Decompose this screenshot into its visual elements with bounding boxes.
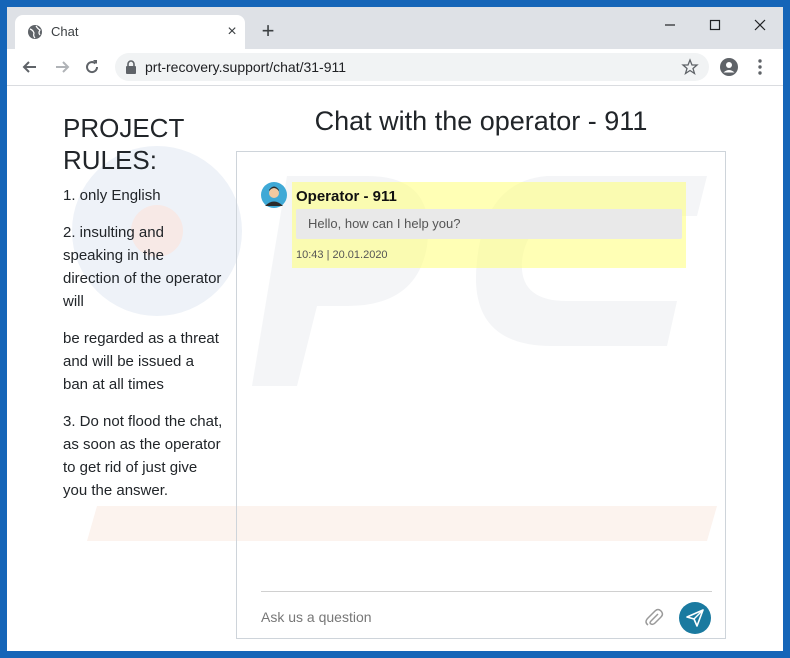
paperclip-icon[interactable] (643, 607, 665, 629)
minimize-icon[interactable] (658, 13, 682, 37)
message-timestamp: 10:43 | 20.01.2020 (296, 249, 388, 261)
back-arrow-icon[interactable] (20, 57, 40, 77)
send-icon (686, 609, 704, 627)
window-close-icon[interactable] (748, 13, 772, 37)
reload-icon[interactable] (82, 57, 102, 77)
rules-heading: PROJECT RULES: (63, 113, 184, 175)
rule-item: 1. only English (63, 187, 161, 204)
plus-icon[interactable]: + (257, 20, 279, 43)
globe-icon (28, 25, 42, 39)
operator-avatar (261, 182, 287, 208)
rule-item: 2. insulting and speaking in the directi… (63, 224, 222, 310)
account-icon[interactable] (719, 57, 739, 77)
url-text: prt-recovery.support/chat/31-911 (145, 59, 347, 75)
tab-title: Chat (51, 24, 79, 39)
page-content: PROJECT RULES: 1. only English 2. insult… (7, 86, 783, 651)
send-button[interactable] (679, 602, 711, 634)
browser-window: Chat × + prt-recovery.support/chat/31-91… (7, 7, 783, 651)
chat-message: Operator - 911 Hello, how can I help you… (292, 182, 686, 268)
chat-panel: Operator - 911 Hello, how can I help you… (236, 151, 726, 639)
forward-arrow-icon[interactable] (52, 57, 72, 77)
close-icon[interactable]: × (223, 23, 241, 41)
rule-item: be regarded as a threat and will be issu… (63, 330, 219, 393)
lock-icon (126, 60, 136, 74)
input-divider (261, 591, 712, 592)
address-bar[interactable]: prt-recovery.support/chat/31-911 (115, 53, 709, 81)
tab-strip: Chat × + (7, 7, 783, 49)
star-icon[interactable] (681, 58, 699, 76)
message-bubble: Hello, how can I help you? (296, 209, 682, 239)
browser-toolbar: prt-recovery.support/chat/31-911 (7, 49, 783, 86)
menu-dots-icon[interactable] (753, 57, 767, 77)
message-sender: Operator - 911 (296, 188, 397, 205)
maximize-icon[interactable] (703, 13, 727, 37)
project-rules: PROJECT RULES: 1. only English 2. insult… (63, 112, 223, 516)
question-input[interactable] (259, 602, 633, 632)
tab-chat[interactable]: Chat × (15, 15, 245, 49)
message-text: Hello, how can I help you? (308, 216, 461, 231)
rule-item: 3. Do not flood the chat, as soon as the… (63, 413, 223, 499)
chat-title: Chat with the operator - 911 (314, 106, 648, 136)
